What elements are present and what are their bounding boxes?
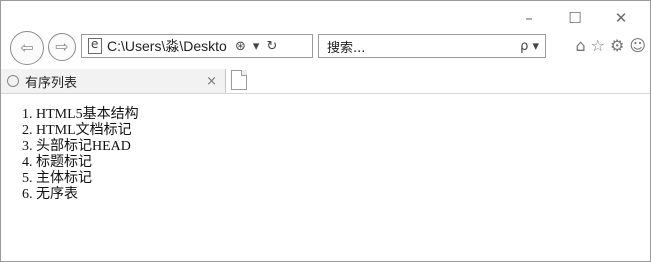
list-item: 主体标记: [36, 171, 139, 187]
browser-window: – ☐ ✕ ⇦ ⇨ C:\Users\淼\Deskto ⊛ ▾ ↻ 搜索... …: [0, 0, 651, 262]
tab-title: 有序列表: [25, 75, 78, 91]
search-button[interactable]: ρ ▾: [520, 39, 539, 54]
close-window-button[interactable]: ✕: [598, 5, 644, 31]
page-content: HTML5基本结构 HTML文档标记 头部标记HEAD 标题标记 主体标记 无序…: [17, 107, 139, 203]
list-item: 无序表: [36, 187, 139, 203]
tab-active[interactable]: 有序列表 ×: [1, 69, 226, 93]
tab-bar: 有序列表 ×: [1, 69, 650, 94]
search-box[interactable]: 搜索... ρ ▾: [318, 34, 546, 58]
navigation-bar: ⇦ ⇨ C:\Users\淼\Deskto ⊛ ▾ ↻ 搜索... ρ ▾ ⌂ …: [1, 29, 650, 65]
toolbar-icons: ⌂ ☆ ⚙ ☺: [575, 36, 646, 55]
forward-button[interactable]: ⇨: [48, 33, 76, 61]
list-item: 头部标记HEAD: [36, 139, 139, 155]
search-input[interactable]: 搜索...: [327, 37, 520, 56]
new-tab-icon[interactable]: [231, 70, 247, 90]
favorites-star-icon[interactable]: ☆: [591, 36, 605, 55]
maximize-button[interactable]: ☐: [552, 5, 598, 31]
smiley-feedback-icon[interactable]: ☺: [629, 36, 646, 55]
list-item: HTML文档标记: [36, 123, 139, 139]
list-item: HTML5基本结构: [36, 107, 139, 123]
home-icon[interactable]: ⌂: [575, 36, 585, 55]
list-item: 标题标记: [36, 155, 139, 171]
back-arrow-icon: ⇦: [20, 38, 34, 57]
ie-logo-icon: [7, 75, 19, 87]
window-controls: – ☐ ✕: [506, 5, 644, 31]
page-icon: [88, 37, 102, 54]
forward-arrow-icon: ⇨: [55, 37, 69, 56]
address-bar[interactable]: C:\Users\淼\Deskto ⊛ ▾ ↻: [81, 34, 313, 58]
ordered-list: HTML5基本结构 HTML文档标记 头部标记HEAD 标题标记 主体标记 无序…: [17, 107, 139, 203]
refresh-icon[interactable]: ↻: [266, 39, 277, 54]
compatibility-icon[interactable]: ⊛: [235, 39, 246, 54]
address-actions: ⊛ ▾ ↻: [235, 39, 277, 54]
minimize-button[interactable]: –: [506, 5, 552, 31]
tab-close-icon[interactable]: ×: [206, 74, 217, 89]
settings-gear-icon[interactable]: ⚙: [610, 36, 624, 55]
dropdown-icon[interactable]: ▾: [253, 39, 260, 54]
back-button[interactable]: ⇦: [10, 31, 44, 65]
address-text[interactable]: C:\Users\淼\Deskto: [107, 36, 231, 56]
